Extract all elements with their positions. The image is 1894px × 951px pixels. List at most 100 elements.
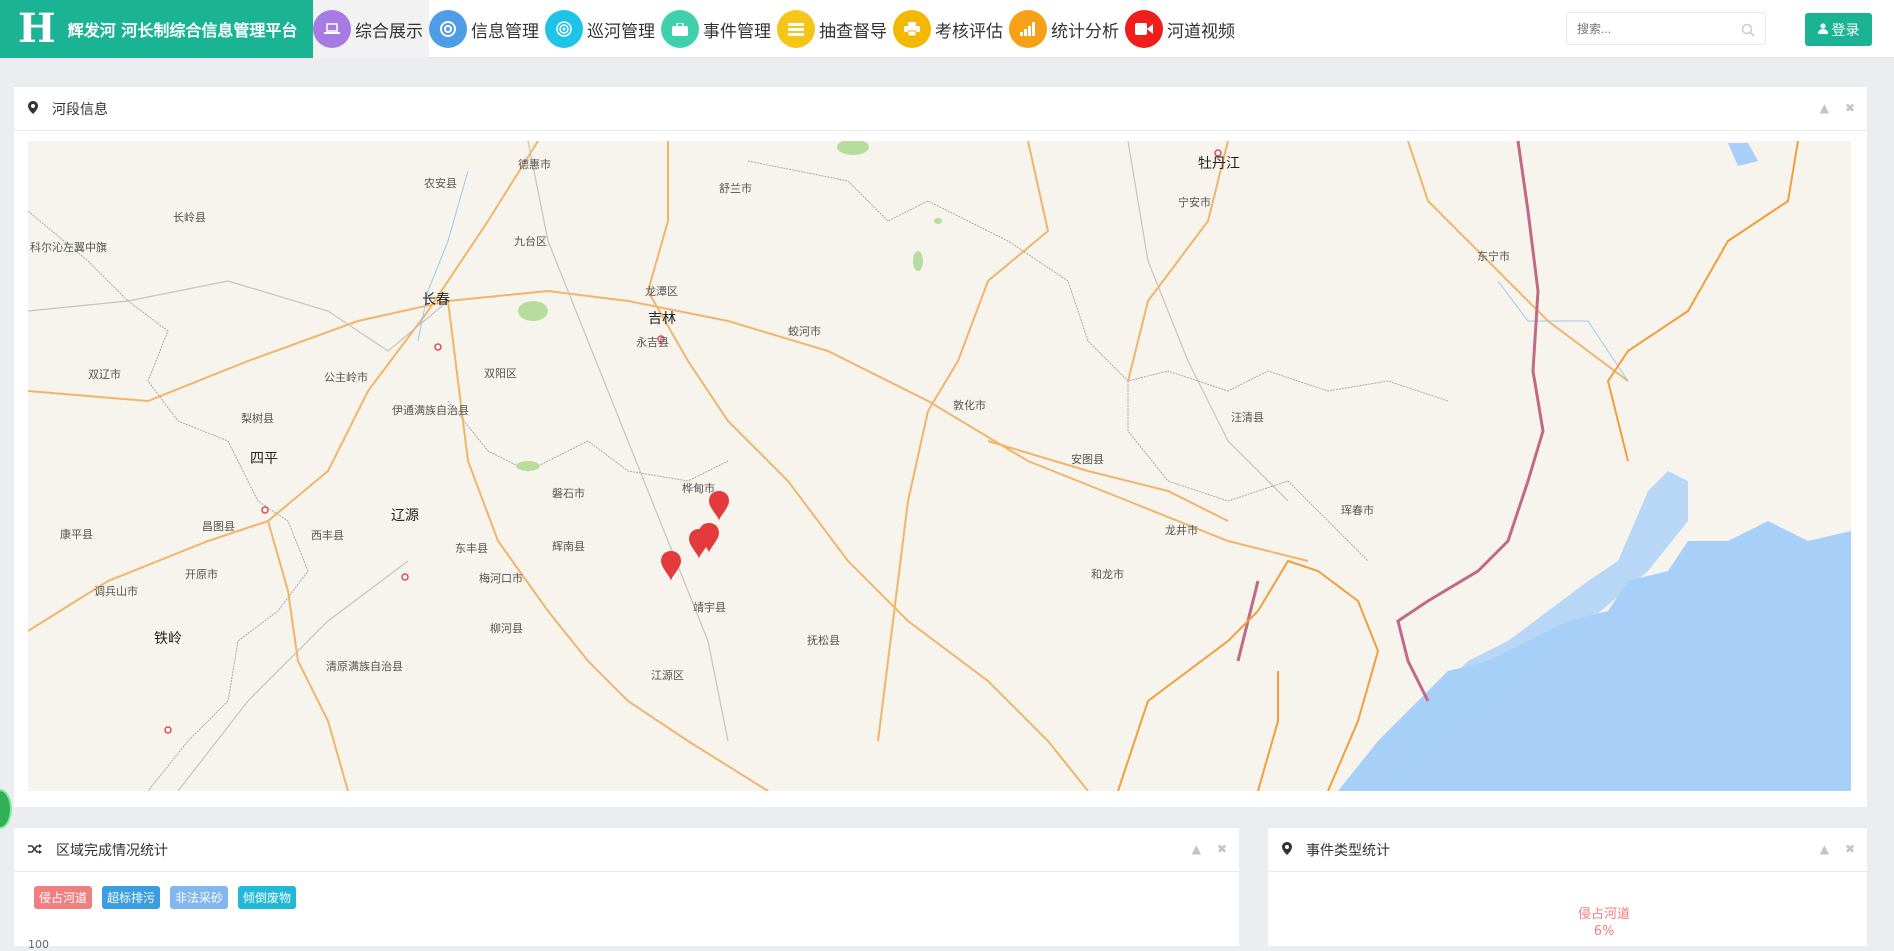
map-city-label: 铁岭 [154,630,182,646]
map-canvas: 德惠市农安县 舒兰市长岭县科尔沁左翼中旗 九台区龙潭区永吉县 蛟河市 宁安市东宁市双辽市… [28,141,1851,791]
panel-title: 事件类型统计 [1306,842,1390,859]
river-info-panel: 河段信息 ▲ ✖ 德惠市 农安县 舒兰市 长岭县 科尔沁左翼中旗 九台区 龙潭区… [14,85,1867,807]
map-place-label: 和龙市 [1091,567,1124,581]
nav-item-label: 信息管理 [471,21,539,42]
map-place-label: 科尔沁左翼中旗 [30,240,107,254]
logo: H [18,5,56,52]
map-place-label: 公主岭市 [324,370,368,384]
map-place-label: 蛟河市 [788,324,821,338]
top-navbar: H 辉发河 河长制综合信息管理平台 综合展示 信息管理 巡河管理 事件管理 抽查督导 考核… [0,0,1894,58]
close-icon[interactable]: ✖ [1845,843,1855,855]
map-place-label: 梨树县 [241,411,274,425]
nav-item[interactable]: 抽查督导 [777,0,893,58]
legend-tag[interactable]: 倾倒废物 [238,886,297,909]
legend-tags: 侵占河道 超标排污 非法采砂 倾倒废物 [14,872,1239,909]
legend-tag[interactable]: 非法采砂 [170,886,229,909]
map-city-label: 长春 [422,291,450,307]
nav-item-label: 河道视频 [1167,21,1235,42]
nav-item[interactable]: 统计分析 [1009,0,1125,58]
app-title: 辉发河 河长制综合信息管理平台 [67,21,298,40]
legend-tag[interactable]: 超标排污 [102,886,161,909]
lifebuoy-icon [429,10,467,48]
main-nav: 综合展示 信息管理 巡河管理 事件管理 抽查督导 考核评估 统计分析 河道视频 [313,0,1241,58]
map-place-label: 伊通满族自治县 [392,403,469,417]
map-place-label: 珲春市 [1341,503,1374,517]
legend-tag[interactable]: 侵占河道 [34,886,93,909]
map-place-label: 德惠市 [518,157,551,171]
map-place-label: 调兵山市 [94,584,138,598]
nav-item-label: 考核评估 [935,21,1003,42]
collapse-icon[interactable]: ▲ [1820,843,1829,855]
map-place-label: 抚松县 [807,633,840,647]
map-place-label: 长岭县 [173,210,206,224]
laptop-icon [313,10,351,48]
list-icon [777,10,815,48]
login-button[interactable]: 登录 [1805,13,1872,46]
login-label: 登录 [1831,22,1860,39]
map-place-label: 龙潭区 [645,285,678,298]
pie-label-name: 侵占河道 [1578,907,1631,922]
panel-header: 河段信息 ▲ ✖ [14,87,1867,131]
close-icon[interactable]: ✖ [1845,102,1855,114]
nav-item-label: 综合展示 [355,21,423,42]
map-place-label: 江源区 [651,668,684,682]
side-toggle-button[interactable] [0,789,12,829]
nav-item[interactable]: 综合展示 [313,0,429,58]
collapse-icon[interactable]: ▲ [1820,102,1829,114]
map-city-label: 牡丹江 [1198,155,1240,171]
map-city-label: 吉林 [648,310,676,326]
nav-item[interactable]: 河道视频 [1125,0,1241,58]
briefcase-icon [661,10,699,48]
map-place-label: 宁安市 [1178,195,1211,209]
nav-item[interactable]: 巡河管理 [545,0,661,58]
nav-item[interactable]: 事件管理 [661,0,777,58]
video-icon [1125,10,1163,48]
map-place-label: 桦甸市 [682,481,715,495]
search-icon[interactable] [1741,22,1755,41]
map-marker-icon [1282,840,1292,859]
map-place-label: 汪清县 [1231,411,1264,424]
map-city-label: 辽源 [391,507,419,523]
panel-title: 河段信息 [52,101,108,118]
map-place-label: 双辽市 [88,367,121,381]
map-place-label: 敦化市 [953,398,986,412]
panel-header: 事件类型统计 ▲ ✖ [1268,828,1867,872]
map-city-label: 四平 [250,450,278,466]
panel-title: 区域完成情况统计 [56,842,168,859]
panel-header: 区域完成情况统计 ▲ ✖ [14,828,1239,872]
map-place-label: 辉南县 [552,540,585,553]
nav-item-label: 事件管理 [703,21,771,42]
nav-item-label: 抽查督导 [819,21,887,42]
nav-item-label: 巡河管理 [587,21,655,42]
map-place-label: 昌图县 [202,520,235,533]
event-type-panel: 事件类型统计 ▲ ✖ 侵占河道 6% [1268,826,1867,946]
close-icon[interactable]: ✖ [1217,843,1227,855]
map-place-label: 龙井市 [1165,523,1198,537]
map-place-label: 双阳区 [484,367,517,380]
river-map[interactable]: 德惠市 农安县 舒兰市 长岭县 科尔沁左翼中旗 九台区 龙潭区 永吉县 蛟河市 宁安市 东宁市 双辽市… [28,141,1851,791]
map-place-label: 安图县 [1071,452,1104,466]
map-place-label: 东丰县 [455,542,488,555]
search-input[interactable] [1567,13,1732,44]
random-icon [28,840,42,859]
nav-item[interactable]: 信息管理 [429,0,545,58]
map-place-label: 磐石市 [552,486,585,500]
map-place-label: 康平县 [60,527,93,541]
panel-tools: ▲ ✖ [1820,102,1855,114]
nav-item[interactable]: 考核评估 [893,0,1009,58]
map-place-label: 清原满族自治县 [326,659,403,673]
brand: H 辉发河 河长制综合信息管理平台 [0,0,313,58]
map-place-label: 梅河口市 [479,571,523,585]
map-place-label: 靖宇县 [693,601,726,614]
map-place-label: 农安县 [424,176,457,190]
pie-label: 侵占河道 6% [1578,906,1630,940]
map-place-label: 西丰县 [311,529,344,542]
region-stats-panel: 区域完成情况统计 ▲ ✖ 侵占河道 超标排污 非法采砂 倾倒废物 100 [14,826,1239,951]
map-place-label: 舒兰市 [719,181,752,195]
map-place-label: 柳河县 [490,621,523,635]
collapse-icon[interactable]: ▲ [1192,843,1201,855]
map-marker-icon [28,99,38,118]
signal-icon [1009,10,1047,48]
target-icon [545,10,583,48]
nav-item-label: 统计分析 [1051,21,1119,42]
